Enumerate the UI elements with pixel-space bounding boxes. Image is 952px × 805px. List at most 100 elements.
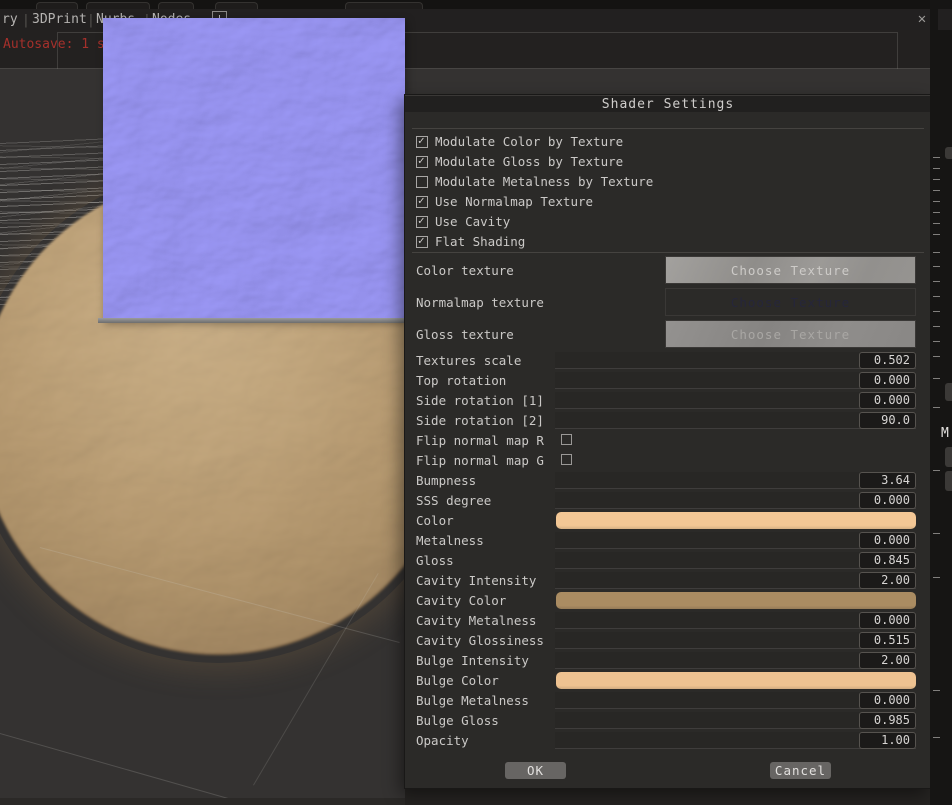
panel-tick	[933, 577, 940, 578]
value-field[interactable]: 0.000	[859, 392, 916, 409]
value-field[interactable]: 0.000	[859, 492, 916, 509]
param-row: Flip normal map R	[405, 431, 931, 451]
grid-line	[0, 733, 253, 805]
param-row: Cavity Metalness 0.000	[405, 611, 931, 631]
param-row: Gloss 0.845	[405, 551, 931, 571]
param-label: Flip normal map G	[416, 453, 544, 468]
shader-settings-dialog: Shader Settings ✓ Modulate Color by Textu…	[405, 95, 931, 788]
checkbox-unchecked-icon[interactable]	[561, 454, 572, 465]
param-label: Side rotation [2]	[416, 413, 544, 428]
texture-row-label: Normalmap texture	[416, 295, 544, 310]
menu-separator: |	[22, 13, 30, 28]
checkbox-checked-icon[interactable]: ✓	[416, 236, 428, 248]
choose-texture-button-color[interactable]: Choose Texture	[665, 256, 916, 284]
panel-tick	[933, 234, 940, 235]
panel-tick	[933, 533, 940, 534]
param-row: SSS degree0.000	[405, 491, 931, 511]
normalmap-texture-preview[interactable]	[103, 18, 405, 321]
value-field[interactable]: 0.000	[859, 532, 916, 549]
panel-tick	[933, 252, 940, 253]
panel-tick	[933, 223, 940, 224]
dialog-title: Shader Settings	[405, 97, 931, 112]
panel-tick	[933, 326, 940, 327]
color-swatch[interactable]	[556, 672, 916, 689]
texture-panel-shadow	[98, 318, 405, 323]
param-label: Gloss	[416, 553, 454, 568]
choose-texture-button-normalmap[interactable]: Choose Texture	[665, 288, 916, 316]
checkbox-checked-icon[interactable]: ✓	[416, 136, 428, 148]
panel-tick	[933, 407, 940, 408]
right-panel-edge: M	[930, 0, 952, 805]
panel-tick	[933, 378, 940, 379]
value-field[interactable]: 3.64	[859, 472, 916, 489]
value-field[interactable]: 2.00	[859, 572, 916, 589]
param-label: Cavity Glossiness	[416, 633, 544, 648]
close-icon[interactable]: ✕	[914, 11, 930, 27]
param-label: Bulge Metalness	[416, 693, 529, 708]
value-field[interactable]: 0.515	[859, 632, 916, 649]
checkbox-label: Modulate Gloss by Texture	[435, 154, 623, 169]
menu-item-3dprint[interactable]: 3DPrint	[32, 12, 87, 27]
check-icon: ✓	[418, 194, 425, 207]
param-label: Textures scale	[416, 353, 521, 368]
color-swatch[interactable]	[556, 592, 916, 609]
panel-tick	[933, 281, 940, 282]
value-field[interactable]: 90.0	[859, 412, 916, 429]
param-row: Metalness 0.000	[405, 531, 931, 551]
value-field[interactable]: 0.502	[859, 352, 916, 369]
param-row: Top rotation 0.000	[405, 371, 931, 391]
param-row: Flip normal map G	[405, 451, 931, 471]
param-row: Bulge Metalness 0.000	[405, 691, 931, 711]
checkbox-label: Modulate Metalness by Texture	[435, 174, 653, 189]
checkbox-checked-icon[interactable]: ✓	[416, 216, 428, 228]
panel-tick	[933, 470, 940, 471]
param-label: Metalness	[416, 533, 484, 548]
param-label: Cavity Metalness	[416, 613, 536, 628]
param-label: Side rotation [1]	[416, 393, 544, 408]
panel-tick	[933, 179, 940, 180]
choose-texture-button-gloss[interactable]: Choose Texture	[665, 320, 916, 348]
panel-fragment-letter: M	[941, 426, 949, 441]
panel-fragment	[945, 147, 952, 159]
check-icon: ✓	[418, 134, 425, 147]
param-row: Side rotation [2] 90.0	[405, 411, 931, 431]
color-swatch[interactable]	[556, 512, 916, 529]
panel-tick	[933, 356, 940, 357]
separator	[412, 252, 924, 253]
value-field[interactable]: 0.000	[859, 692, 916, 709]
checkbox-checked-icon[interactable]: ✓	[416, 156, 428, 168]
bottom-edge-band	[0, 798, 405, 805]
param-row: Opacity1.00	[405, 731, 931, 751]
cancel-button[interactable]: Cancel	[770, 762, 831, 779]
param-label: Cavity Color	[416, 593, 506, 608]
checkbox-label: Flat Shading	[435, 234, 525, 249]
checkbox-unchecked-icon[interactable]	[416, 176, 428, 188]
checkbox-checked-icon[interactable]: ✓	[416, 196, 428, 208]
menu-item-ry[interactable]: ry	[2, 12, 18, 27]
check-icon: ✓	[418, 214, 425, 227]
param-row: Cavity Intensity2.00	[405, 571, 931, 591]
value-field[interactable]: 0.985	[859, 712, 916, 729]
value-field[interactable]: 0.000	[859, 372, 916, 389]
param-label: Bulge Gloss	[416, 713, 499, 728]
panel-fragment	[945, 471, 952, 491]
panel-tick	[933, 296, 940, 297]
bottom-edge-band	[405, 788, 933, 805]
param-label: Top rotation	[416, 373, 506, 388]
app-window: + ✕ ry3DPrintNurbsNodes||| Autosave: 1 s	[0, 0, 952, 805]
checkbox-label: Modulate Color by Texture	[435, 134, 623, 149]
value-field[interactable]: 0.845	[859, 552, 916, 569]
param-row: Bulge Gloss 0.985	[405, 711, 931, 731]
value-field[interactable]: 1.00	[859, 732, 916, 749]
param-label: Bulge Color	[416, 673, 499, 688]
panel-tick	[933, 190, 940, 191]
value-field[interactable]: 2.00	[859, 652, 916, 669]
panel-tick	[933, 341, 940, 342]
value-field[interactable]: 0.000	[859, 612, 916, 629]
panel-tick	[933, 311, 940, 312]
panel-tick	[933, 201, 940, 202]
dialog-titlebar[interactable]: Shader Settings	[405, 95, 931, 112]
param-label: Bulge Intensity	[416, 653, 529, 668]
checkbox-unchecked-icon[interactable]	[561, 434, 572, 445]
ok-button[interactable]: OK	[505, 762, 566, 779]
